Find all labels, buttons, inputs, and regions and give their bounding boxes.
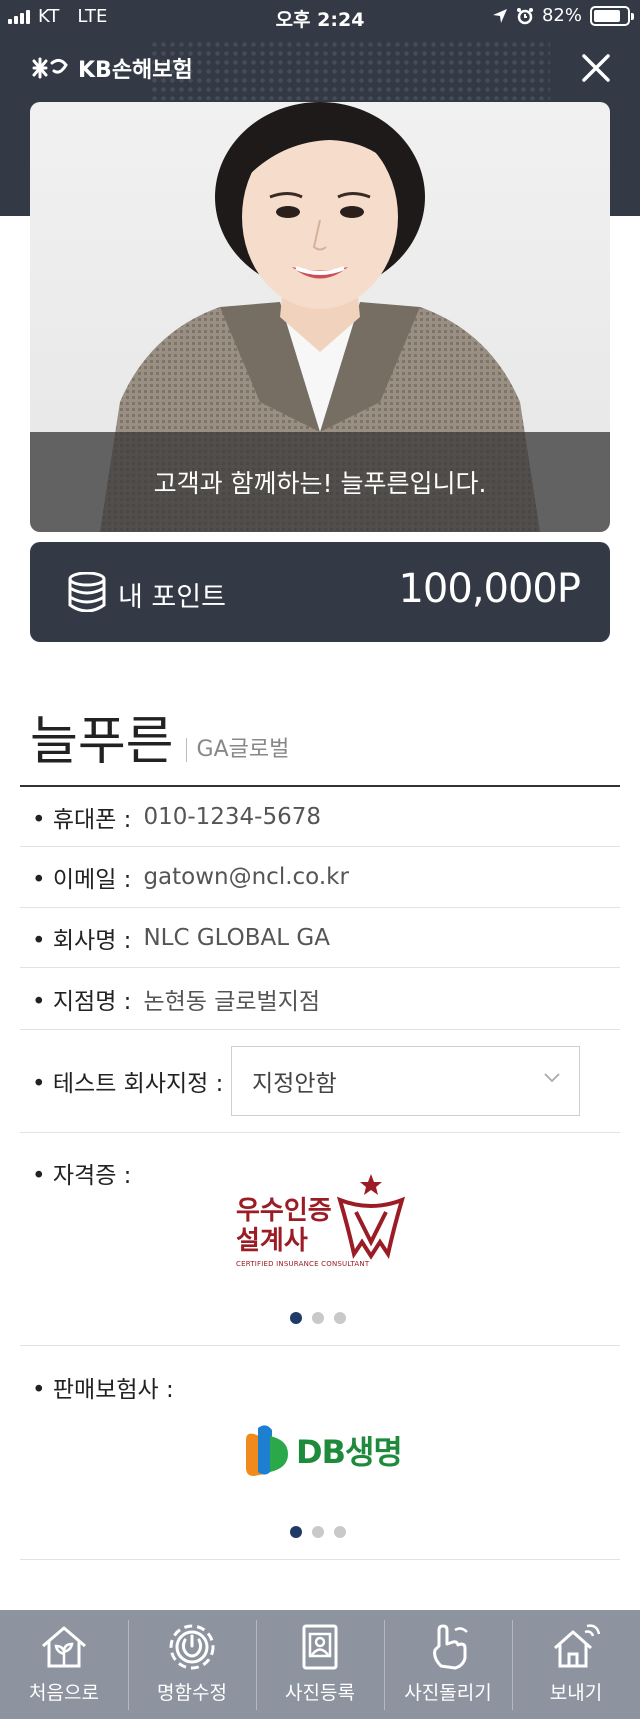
nav-photo-rotate-button[interactable]: 사진돌리기 <box>384 1610 512 1719</box>
nav-home-button[interactable]: 처음으로 <box>0 1610 128 1719</box>
insurers-label: 판매보험사 : <box>32 1370 174 1404</box>
cert-logo-text: 우수인증 설계사 <box>236 1196 332 1256</box>
points-value: 100,000P <box>398 566 581 612</box>
cert-logo-line1: 우수인증 <box>236 1196 332 1226</box>
brand-logo: KB손해보험 <box>30 52 193 84</box>
carousel-dot-active[interactable] <box>290 1312 302 1324</box>
test-company-select[interactable]: 지정안함 <box>231 1046 580 1116</box>
info-row-email: 이메일 : gatown@ncl.co.kr <box>20 847 620 908</box>
branch-value: 논현동 글로벌지점 <box>143 988 321 1015</box>
crown-emblem-icon <box>336 1174 406 1260</box>
nav-home-label: 처음으로 <box>29 1682 99 1704</box>
location-arrow-icon <box>492 8 507 23</box>
points-label: 내 포인트 <box>118 582 226 613</box>
profile-org: GA글로벌 <box>185 738 289 762</box>
cert-logo-subtitle: CERTIFIED INSURANCE CONSULTANT <box>236 1260 370 1268</box>
certificates-label: 자격증 : <box>32 1156 132 1190</box>
gear-icon <box>169 1624 215 1670</box>
section-divider <box>20 1345 620 1346</box>
nav-send-button[interactable]: 보내기 <box>512 1610 640 1719</box>
id-photo-icon <box>302 1624 338 1670</box>
info-row-phone: 휴대폰 : 010-1234-5678 <box>20 787 620 847</box>
battery-percent: 82% <box>541 5 582 26</box>
battery-fill <box>594 9 621 22</box>
swipe-hand-icon <box>433 1624 468 1670</box>
phone-label: 휴대폰 : <box>20 800 132 834</box>
email-label: 이메일 : <box>20 860 132 894</box>
db-mark-icon <box>246 1425 288 1476</box>
phone-value[interactable]: 010-1234-5678 <box>143 804 321 830</box>
certified-consultant-logo[interactable]: 우수인증 설계사 CERTIFIED INSURANCE CONSULTANT <box>236 1172 406 1272</box>
carousel-dot-active[interactable] <box>290 1526 302 1538</box>
company-value: NLC GLOBAL GA <box>143 924 330 951</box>
test-company-label: 테스트 회사지정 : <box>20 1064 224 1098</box>
nav-edit-card-button[interactable]: 명함수정 <box>128 1610 256 1719</box>
home-sprout-icon <box>42 1626 86 1668</box>
email-value[interactable]: gatown@ncl.co.kr <box>143 864 349 890</box>
info-row-branch: 지점명 : 논현동 글로벌지점 <box>20 968 620 1030</box>
info-row-company: 회사명 : NLC GLOBAL GA <box>20 908 620 968</box>
certificate-carousel-dots[interactable] <box>290 1312 346 1324</box>
status-bar: KT LTE 오후 2:24 82% <box>0 0 640 34</box>
nav-photo-rotate-label: 사진돌리기 <box>404 1682 492 1704</box>
carousel-dot[interactable] <box>312 1526 324 1538</box>
bottom-nav: 처음으로 명함수정 사진등록 사진돌리기 보내기 <box>0 1610 640 1719</box>
close-icon[interactable] <box>578 50 614 86</box>
db-life-logo[interactable]: DB생명 <box>244 1422 403 1478</box>
test-company-selected: 지정안함 <box>252 1071 337 1097</box>
section-divider <box>20 1559 620 1560</box>
home-send-icon <box>554 1624 601 1668</box>
chevron-down-icon <box>544 1073 560 1083</box>
company-label: 회사명 : <box>20 921 132 955</box>
carousel-dot[interactable] <box>334 1526 346 1538</box>
header-dot-pattern <box>150 40 550 100</box>
points-card[interactable]: 내 포인트 100,000P <box>30 542 610 642</box>
brand-name: KB손해보험 <box>78 58 193 83</box>
db-life-logo-text: DB생명 <box>296 1433 403 1471</box>
carousel-dot[interactable] <box>312 1312 324 1324</box>
battery-icon <box>590 5 634 26</box>
nav-send-label: 보내기 <box>549 1682 603 1704</box>
cert-logo-line2: 설계사 <box>236 1226 308 1256</box>
profile-name: 늘푸른 <box>30 712 174 772</box>
insurer-carousel-dots[interactable] <box>290 1526 346 1538</box>
hero-caption: 고객과 함께하는! 늘푸른입니다. <box>30 432 610 532</box>
carousel-dot[interactable] <box>334 1312 346 1324</box>
nav-photo-register-button[interactable]: 사진등록 <box>256 1610 384 1719</box>
nav-edit-card-label: 명함수정 <box>157 1682 227 1704</box>
name-row: 늘푸른 GA글로벌 <box>30 712 289 772</box>
branch-label: 지점명 : <box>20 982 132 1016</box>
alarm-icon <box>516 7 533 24</box>
profile-photo[interactable]: 고객과 함께하는! 늘푸른입니다. <box>30 102 610 532</box>
kb-star-icon <box>32 57 68 79</box>
nav-photo-register-label: 사진등록 <box>285 1682 355 1704</box>
status-right: 82% <box>492 5 634 26</box>
coin-stack-icon <box>68 572 106 612</box>
